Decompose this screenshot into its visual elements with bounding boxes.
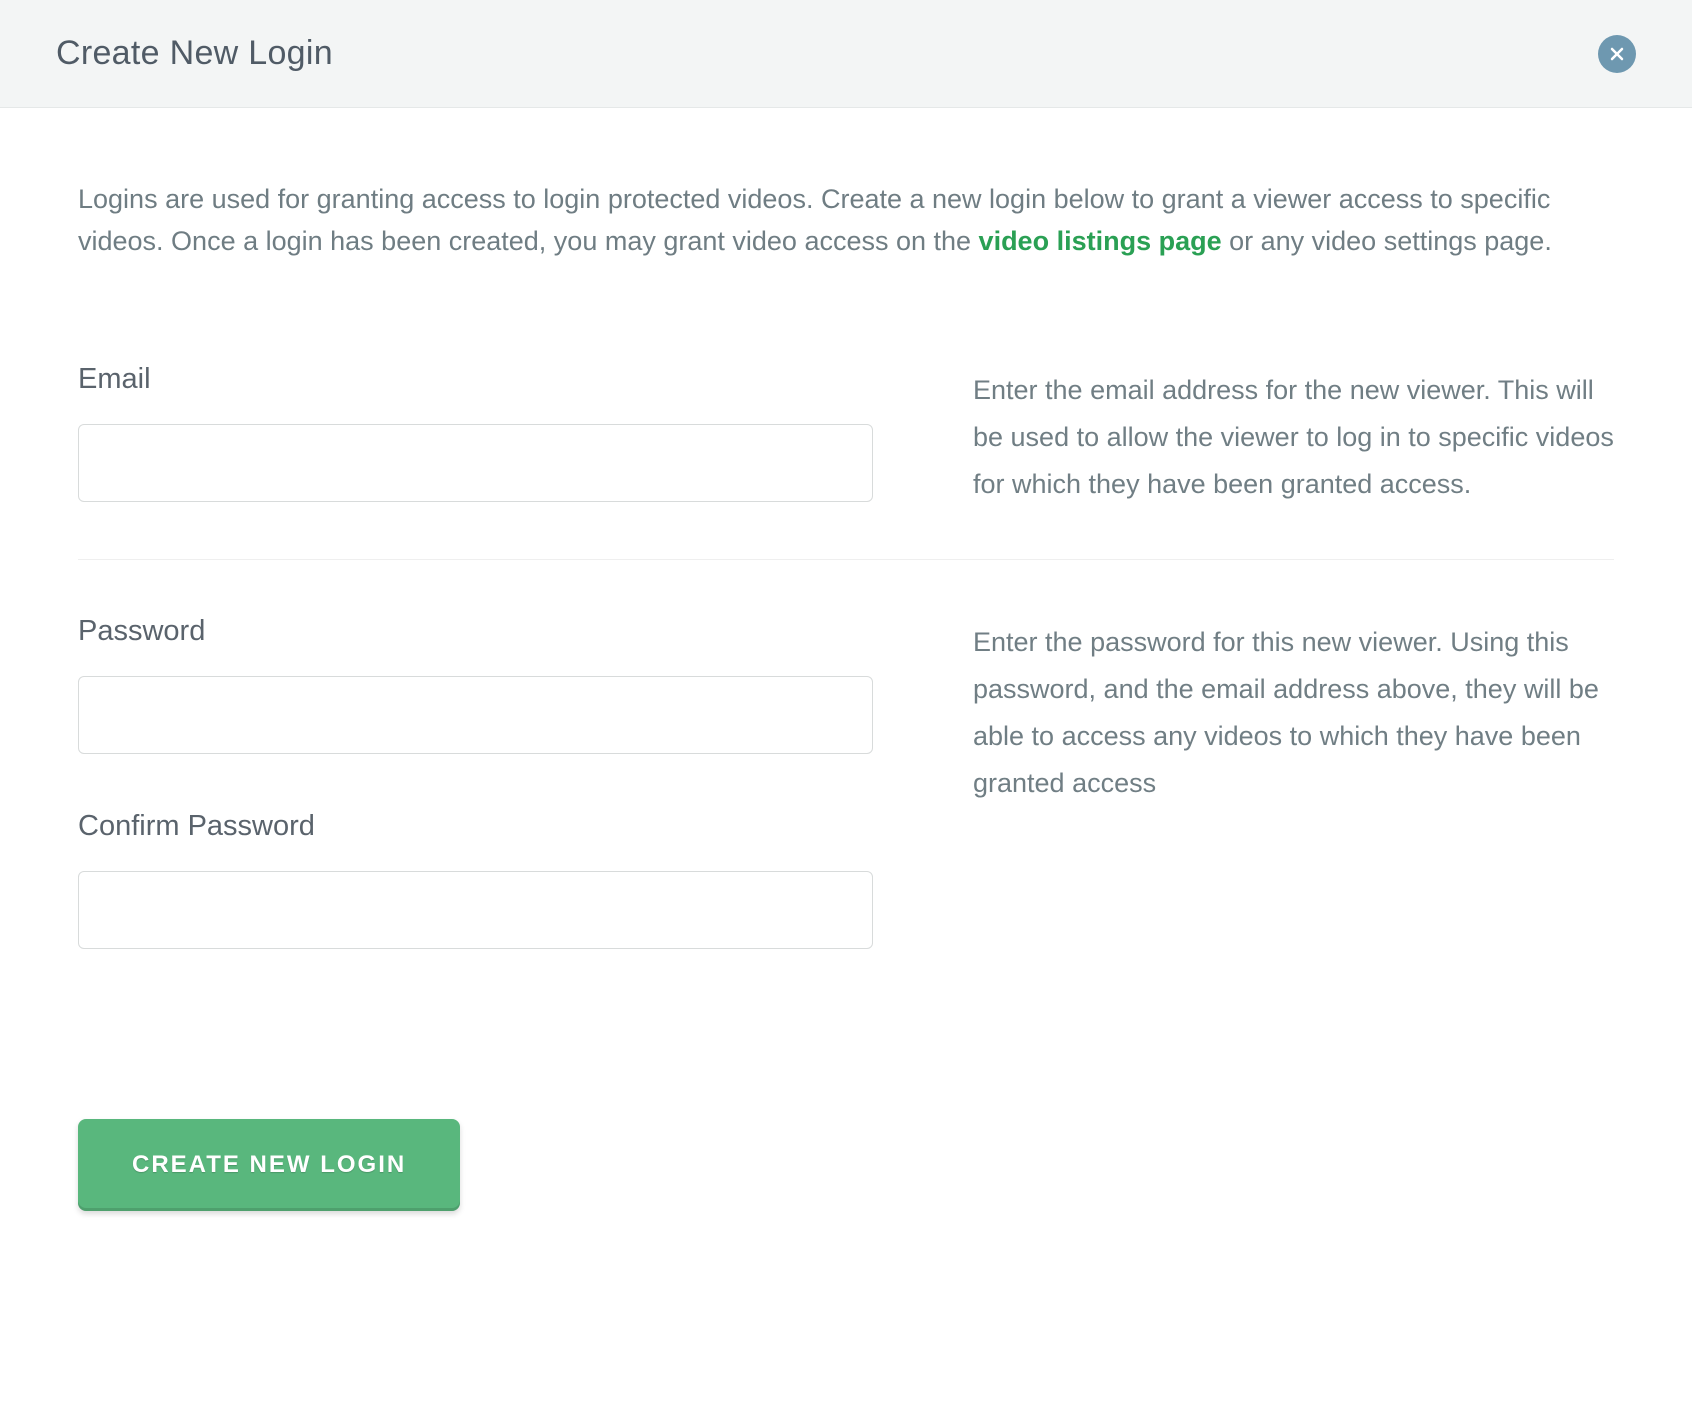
password-label: Password xyxy=(78,615,873,648)
modal-header: Create New Login xyxy=(0,0,1692,108)
password-group: Password xyxy=(78,615,873,754)
password-input[interactable] xyxy=(78,676,873,754)
create-login-modal: Create New Login Logins are used for gra… xyxy=(0,0,1692,1281)
email-help-container: Enter the email address for the new view… xyxy=(973,363,1614,509)
create-new-login-button[interactable]: CREATE NEW LOGIN xyxy=(78,1119,460,1211)
password-help-container: Enter the password for this new viewer. … xyxy=(973,615,1614,949)
video-listings-link[interactable]: video listings page xyxy=(979,226,1222,256)
intro-text: Logins are used for granting access to l… xyxy=(78,178,1614,263)
submit-row: CREATE NEW LOGIN xyxy=(78,1119,1614,1211)
intro-after: or any video settings page. xyxy=(1222,226,1552,256)
modal-body: Logins are used for granting access to l… xyxy=(0,108,1692,1281)
confirm-password-label: Confirm Password xyxy=(78,810,873,843)
email-input[interactable] xyxy=(78,424,873,502)
email-help-text: Enter the email address for the new view… xyxy=(973,367,1614,509)
email-left: Email xyxy=(78,363,873,509)
close-icon xyxy=(1609,46,1625,62)
email-section: Email Enter the email address for the ne… xyxy=(78,363,1614,560)
confirm-password-group: Confirm Password xyxy=(78,810,873,949)
modal-title: Create New Login xyxy=(56,34,333,73)
confirm-password-input[interactable] xyxy=(78,871,873,949)
password-left: Password Confirm Password xyxy=(78,615,873,949)
email-label: Email xyxy=(78,363,873,396)
close-button[interactable] xyxy=(1598,35,1636,73)
password-help-text: Enter the password for this new viewer. … xyxy=(973,619,1614,808)
password-section: Password Confirm Password Enter the pass… xyxy=(78,615,1614,999)
